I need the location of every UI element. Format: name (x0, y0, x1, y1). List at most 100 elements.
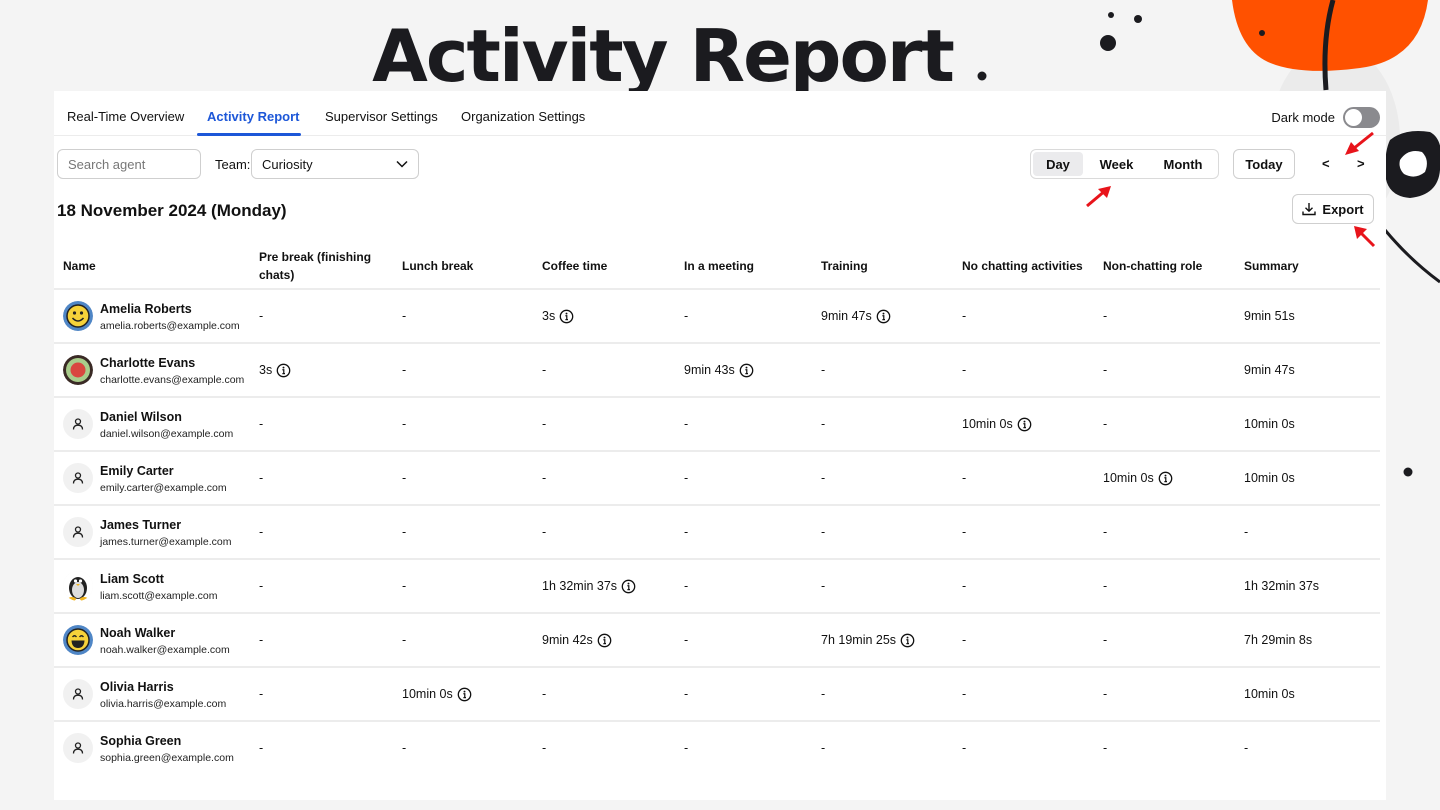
column-header: Pre break (finishing chats) (259, 249, 372, 282)
agent-name: Daniel Wilson (100, 410, 182, 424)
table-cell: 7h 29min 8s (1244, 614, 1312, 666)
tab-supervisor-settings[interactable]: Supervisor Settings (325, 109, 438, 124)
agent-email: james.turner@example.com (100, 536, 232, 548)
decor-ring (1385, 131, 1440, 198)
info-icon[interactable] (457, 687, 472, 702)
cell-value: 10min 0s (1244, 687, 1295, 701)
table-row[interactable]: Daniel Wilson daniel.wilson@example.com - -… (54, 398, 1380, 452)
cell-value: 3s (542, 309, 556, 323)
column-header: In a meeting (684, 258, 755, 273)
cell-value: - (542, 525, 547, 539)
table-row[interactable]: Emily Carter emily.carter@example.com - - - -… (54, 452, 1380, 506)
agent-email: daniel.wilson@example.com (100, 428, 234, 440)
target-avatar (63, 355, 93, 385)
today-button[interactable]: Today (1233, 149, 1295, 179)
annotation-arrow-nav (1345, 131, 1374, 155)
cell-value: - (402, 417, 407, 431)
export-button[interactable]: Export (1292, 194, 1374, 224)
table-cell: - (821, 452, 825, 504)
user-icon (72, 472, 84, 484)
cell-value: - (402, 471, 407, 485)
default-user-avatar (63, 517, 93, 547)
period-week-button[interactable]: Week (1083, 152, 1150, 176)
cell-value: - (542, 741, 547, 755)
cell-value: - (259, 579, 264, 593)
cell-value: - (542, 471, 547, 485)
table-row[interactable]: James Turner james.turner@example.com - - - -… (54, 506, 1380, 560)
info-icon[interactable] (900, 633, 915, 648)
agent-name: Noah Walker (100, 626, 176, 640)
table-row[interactable]: Amelia Roberts amelia.roberts@example.com… (54, 290, 1380, 344)
info-icon[interactable] (739, 363, 754, 378)
table-cell: - (402, 722, 406, 774)
table-cell: - (402, 398, 406, 450)
table-row[interactable]: Charlotte Evans charlotte.evans@example.c… (54, 344, 1380, 398)
agent-name: Liam Scott (100, 572, 164, 586)
tab-activity-report[interactable]: Activity Report (207, 109, 299, 124)
table-row[interactable]: Liam Scott liam.scott@example.com - - 1h 32m… (54, 560, 1380, 614)
laughing-avatar (63, 625, 93, 655)
agent-name: James Turner (100, 518, 182, 532)
dark-mode-toggle[interactable] (1343, 107, 1380, 128)
table-cell: - (259, 614, 263, 666)
cell-value: - (542, 417, 547, 431)
table-cell: 9min 47s (821, 290, 891, 342)
info-icon[interactable] (1017, 417, 1032, 432)
info-icon[interactable] (1158, 471, 1173, 486)
table-cell: - (542, 344, 546, 396)
table-cell: - (259, 560, 263, 612)
cell-value: - (684, 579, 689, 593)
page-title: Activity Report (372, 14, 955, 98)
cell-value: 9min 47s (821, 309, 872, 323)
period-day-button[interactable]: Day (1033, 152, 1083, 176)
table-row[interactable]: Sophia Green sophia.green@example.com - - - -… (54, 722, 1380, 776)
table-cell: - (1103, 668, 1107, 720)
info-icon[interactable] (597, 633, 612, 648)
cell-value: - (259, 633, 264, 647)
tab-real-time-overview[interactable]: Real-Time Overview (67, 109, 184, 124)
info-icon[interactable] (559, 309, 574, 324)
decor-dot (1403, 467, 1413, 477)
info-icon[interactable] (621, 579, 636, 594)
search-agent-input[interactable] (57, 149, 201, 179)
table-cell: - (821, 398, 825, 450)
table-cell: - (962, 668, 966, 720)
user-icon (72, 688, 84, 700)
team-select[interactable]: Curiosity (251, 149, 419, 179)
table-cell: - (821, 722, 825, 774)
column-header: Name (63, 258, 96, 273)
cell-value: - (1103, 417, 1108, 431)
period-month-button[interactable]: Month (1150, 152, 1216, 176)
cell-value: - (259, 525, 264, 539)
cell-value: 10min 0s (1244, 417, 1295, 431)
info-icon[interactable] (276, 363, 291, 378)
cell-value: - (402, 309, 407, 323)
table-row[interactable]: Noah Walker noah.walker@example.com - - 9min… (54, 614, 1380, 668)
cell-value: 7h 19min 25s (821, 633, 897, 647)
table-cell: - (684, 452, 688, 504)
agent-name: Amelia Roberts (100, 302, 192, 316)
table-cell: - (542, 398, 546, 450)
table-cell: - (684, 560, 688, 612)
cell-value: - (962, 741, 967, 755)
previous-period-button[interactable]: < (1322, 156, 1330, 171)
table-cell: - (1103, 290, 1107, 342)
decor-arc (1383, 229, 1440, 284)
table-cell: 10min 0s (402, 668, 472, 720)
smiley-avatar (63, 301, 93, 331)
annotation-arrow-week (1086, 186, 1111, 208)
default-user-avatar (63, 409, 93, 439)
table-header: Name Pre break (finishing chats) Lunch bre… (54, 241, 1380, 290)
table-row[interactable]: Olivia Harris olivia.harris@example.com - 1… (54, 668, 1380, 722)
tab-organization-settings[interactable]: Organization Settings (461, 109, 585, 124)
cell-value: - (821, 363, 826, 377)
cell-value: - (1103, 741, 1108, 755)
table-cell: - (962, 452, 966, 504)
cell-value: - (684, 687, 689, 701)
table-cell: 1h 32min 37s (542, 560, 636, 612)
next-period-button[interactable]: > (1357, 156, 1365, 171)
cell-value: 1h 32min 37s (542, 579, 618, 593)
info-icon[interactable] (876, 309, 891, 324)
table-cell: - (542, 506, 546, 558)
cell-value: 10min 0s (962, 417, 1013, 431)
